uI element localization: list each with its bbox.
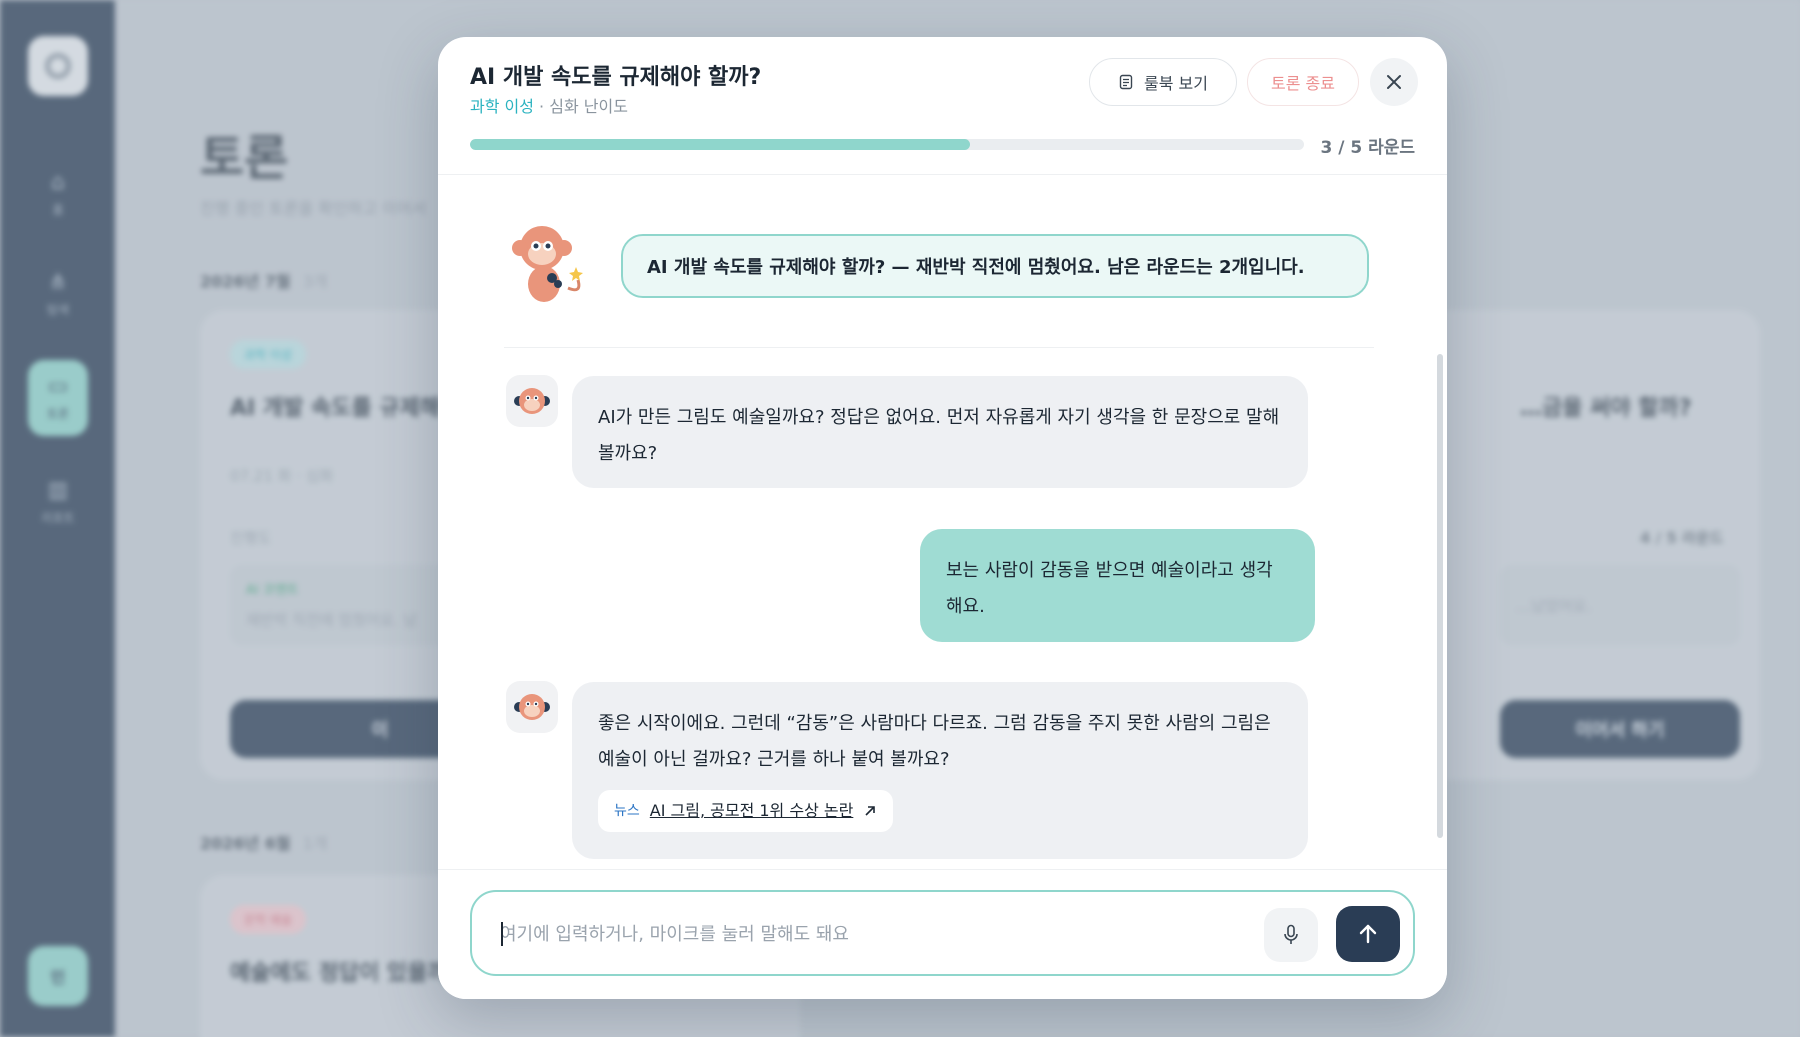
modal-header: AI 개발 속도를 규제해야 할까? 과학 이성 · 심화 난이도 룰북 보기 … — [438, 37, 1447, 175]
divider — [504, 347, 1374, 348]
external-link-icon — [865, 806, 876, 816]
monkey-avatar-icon — [514, 694, 550, 720]
scrollbar[interactable] — [1437, 354, 1443, 838]
round-progress-bar — [470, 139, 1304, 150]
composer — [438, 869, 1447, 999]
round-progress-label: 3 / 5 라운드 — [1320, 138, 1415, 158]
message-input-wrapper — [470, 890, 1415, 976]
user-message-bubble: 보는 사람이 감동을 받으면 예술이라고 생각해요. — [920, 529, 1315, 642]
subject-label: 과학 이성 — [470, 97, 534, 116]
intro-message: AI 개발 속도를 규제해야 할까? — 재반박 직전에 멈췄어요. 남은 라운… — [506, 218, 1426, 308]
microphone-icon — [1284, 924, 1298, 944]
debate-title: AI 개발 속도를 규제해야 할까? — [470, 65, 762, 90]
message-input[interactable] — [500, 912, 1260, 956]
debate-modal: AI 개발 속도를 규제해야 할까? 과학 이성 · 심화 난이도 룰북 보기 … — [438, 37, 1447, 999]
send-button[interactable] — [1336, 906, 1400, 962]
intro-bubble: AI 개발 속도를 규제해야 할까? — 재반박 직전에 멈췄어요. 남은 라운… — [621, 234, 1369, 298]
debate-subtitle: 과학 이성 · 심화 난이도 — [470, 97, 628, 116]
round-progress-fill — [470, 139, 971, 150]
news-label: 뉴스 — [614, 803, 640, 819]
monkey-mascot-icon — [512, 226, 583, 302]
news-link[interactable]: 뉴스 AI 그림, 공모전 1위 수상 논란 — [598, 790, 894, 832]
ai-avatar — [506, 375, 558, 427]
news-title: AI 그림, 공모전 1위 수상 논란 — [649, 801, 854, 820]
close-button[interactable] — [1370, 58, 1418, 106]
ai-message-text: 좋은 시작이에요. 그런데 “감동”은 사람마다 다르죠. 그럼 감동을 주지 … — [598, 713, 1271, 770]
text-caret — [501, 922, 503, 946]
ai-message-bubble: 좋은 시작이에요. 그런데 “감동”은 사람마다 다르죠. 그럼 감동을 주지 … — [572, 682, 1308, 859]
microphone-button[interactable] — [1264, 908, 1318, 962]
chat-area[interactable]: AI 개발 속도를 규제해야 할까? — 재반박 직전에 멈췄어요. 남은 라운… — [438, 176, 1447, 869]
close-icon — [1387, 75, 1401, 89]
monkey-avatar-icon — [514, 388, 550, 414]
arrow-up-icon — [1359, 924, 1377, 944]
document-icon — [1119, 74, 1133, 90]
ai-avatar — [506, 681, 558, 733]
difficulty-label: 심화 난이도 — [549, 97, 628, 116]
end-debate-button[interactable]: 토론 종료 — [1247, 58, 1359, 106]
ai-message-bubble: AI가 만든 그림도 예술일까요? 정답은 없어요. 먼저 자유롭게 자기 생각… — [572, 376, 1308, 488]
rulebook-button[interactable]: 룰북 보기 — [1089, 58, 1237, 106]
